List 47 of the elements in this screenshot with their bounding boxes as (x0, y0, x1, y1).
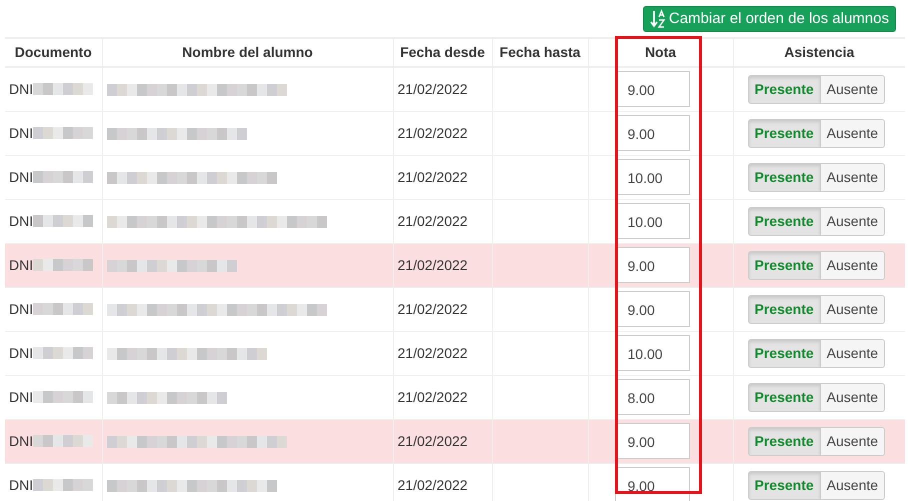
document-type: DNI (9, 388, 34, 406)
date-cell: 21/02/2022 (393, 331, 492, 375)
attendance-toggle[interactable]: Ausente (820, 294, 886, 324)
column-header: Nombre del alumno (102, 38, 393, 67)
attendance-toggle[interactable]: Ausente (820, 338, 886, 368)
redacted-text (33, 389, 94, 405)
document-type: DNI (9, 124, 34, 142)
redacted-text (33, 477, 94, 493)
redacted-text (33, 301, 94, 317)
column-header: Fecha desde (393, 38, 492, 67)
redacted-text (33, 433, 94, 449)
date-cell: 21/02/2022 (393, 155, 492, 199)
attendance-toggle[interactable]: Ausente (820, 206, 886, 236)
attendance-toggle[interactable]: Ausente (820, 426, 886, 456)
date-cell: 21/02/2022 (393, 463, 492, 501)
document-type: DNI (9, 300, 34, 318)
date-cell: 21/02/2022 (393, 199, 492, 243)
date-cell: 21/02/2022 (393, 67, 492, 111)
date-cell: 21/02/2022 (393, 419, 492, 463)
attendance-toggle[interactable]: Ausente (820, 162, 886, 192)
column-header: Documento (5, 38, 102, 67)
redacted-text (33, 125, 94, 141)
attendance-toggle[interactable]: Ausente (820, 470, 886, 500)
redacted-text (33, 169, 94, 185)
document-type: DNI (9, 344, 34, 362)
attendance-toggle[interactable]: Ausente (820, 250, 886, 280)
document-type: DNI (9, 212, 34, 230)
date-cell: 21/02/2022 (393, 287, 492, 331)
sort-icon (650, 8, 666, 28)
date-cell: 21/02/2022 (393, 111, 492, 155)
document-type: DNI (9, 168, 34, 186)
document-type: DNI (9, 432, 34, 450)
column-header: Asistencia (733, 38, 905, 67)
date-cell: 21/02/2022 (393, 375, 492, 419)
redacted-text (33, 257, 94, 273)
column-header: Fecha hasta (492, 38, 588, 67)
attendance-toggle[interactable]: Ausente (820, 74, 886, 104)
column-header: Nota (588, 38, 733, 67)
document-type: DNI (9, 80, 34, 99)
redacted-text (33, 345, 94, 361)
attendance-toggle[interactable]: Ausente (820, 382, 886, 412)
redacted-text (33, 81, 94, 98)
document-type: DNI (9, 256, 34, 274)
attendance-toggle[interactable]: Ausente (820, 118, 886, 148)
redacted-text (33, 213, 94, 229)
date-cell: 21/02/2022 (393, 243, 492, 287)
document-type: DNI (9, 476, 34, 494)
